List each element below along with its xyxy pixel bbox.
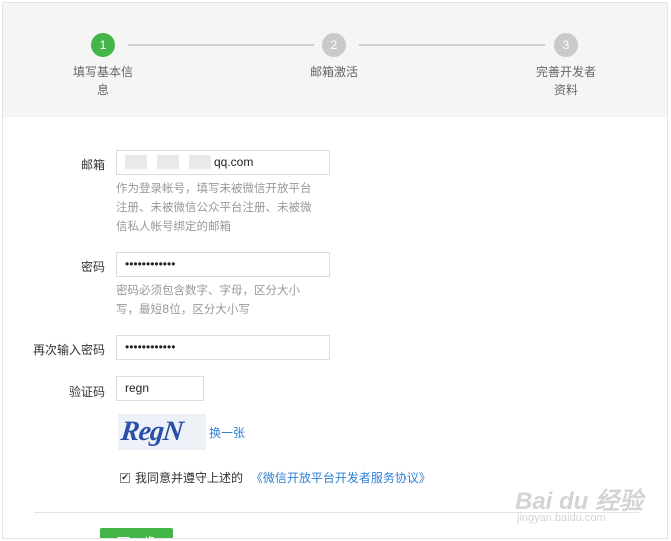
step-3-label: 完善开发者 资料 [531, 63, 601, 99]
email-hint-line: 信私人帐号绑定的邮箱 [116, 219, 231, 233]
email-hint: 作为登录帐号，填写未被微信开放平台 注册、未被微信公众平台注册、未被微 信私人帐… [116, 179, 330, 236]
captcha-image-text: RegN [119, 416, 185, 447]
captcha-image[interactable]: RegN [118, 414, 206, 450]
captcha-label: 验证码 [68, 385, 105, 399]
captcha-input[interactable]: regn [116, 376, 204, 401]
email-hint-line: 注册、未被微信公众平台注册、未被微 [116, 200, 312, 214]
confirm-password-field[interactable]: •••••••••••• [116, 335, 330, 360]
redacted-block [125, 155, 147, 169]
email-value: qq.com [214, 155, 254, 169]
step-2-label: 邮箱激活 [299, 63, 369, 81]
password-label: 密码 [80, 260, 105, 274]
redacted-block [157, 155, 179, 169]
step-2-indicator: 2 [322, 33, 346, 57]
step-2-label-line1: 邮箱激活 [309, 65, 358, 79]
password-hint: 密码必须包含数字、字母，区分大小 写，最短8位，区分大小写 [116, 281, 330, 319]
baidu-watermark: Bai du 经验 jingyan.baidu.com [515, 481, 645, 531]
step-connector [359, 44, 545, 46]
next-step-button[interactable]: 下一步 [100, 528, 173, 538]
password-hint-line: 写，最短8位，区分大小写 [116, 302, 250, 316]
confirm-password-label: 再次输入密码 [32, 343, 105, 357]
step-connector [128, 44, 314, 46]
password-hint-line: 密码必须包含数字、字母，区分大小 [116, 283, 300, 297]
refresh-captcha-link[interactable]: 换一张 [209, 424, 245, 441]
agreement-row: 我同意并遵守上述的 《微信开放平台开发者服务协议》 [135, 469, 431, 486]
step-1-label-line1: 填写基本信 [72, 65, 133, 79]
password-field[interactable]: •••••••••••• [116, 252, 330, 277]
watermark-logo: Bai du 经验 [515, 488, 644, 515]
progress-stepper: 1 填写基本信 息 2 邮箱激活 3 完善开发者 资料 [3, 3, 667, 117]
email-field[interactable]: qq.com [116, 150, 330, 175]
agreement-text: 我同意并遵守上述的 [135, 471, 244, 485]
registration-panel: 1 填写基本信 息 2 邮箱激活 3 完善开发者 资料 邮箱 qq.com 作为… [2, 2, 668, 539]
agreement-link[interactable]: 《微信开放平台开发者服务协议》 [251, 471, 431, 485]
agree-checkbox[interactable]: ✔ [120, 473, 130, 483]
step-3-label-line2: 资料 [553, 83, 578, 97]
redacted-block [189, 155, 211, 169]
step-1-label-line2: 息 [96, 83, 109, 97]
step-1-indicator: 1 [91, 33, 115, 57]
email-hint-line: 作为登录帐号，填写未被微信开放平台 [116, 181, 312, 195]
step-3-indicator: 3 [554, 33, 578, 57]
step-3-label-line1: 完善开发者 [535, 65, 596, 79]
email-label: 邮箱 [80, 158, 105, 172]
step-1-label: 填写基本信 息 [68, 63, 138, 99]
